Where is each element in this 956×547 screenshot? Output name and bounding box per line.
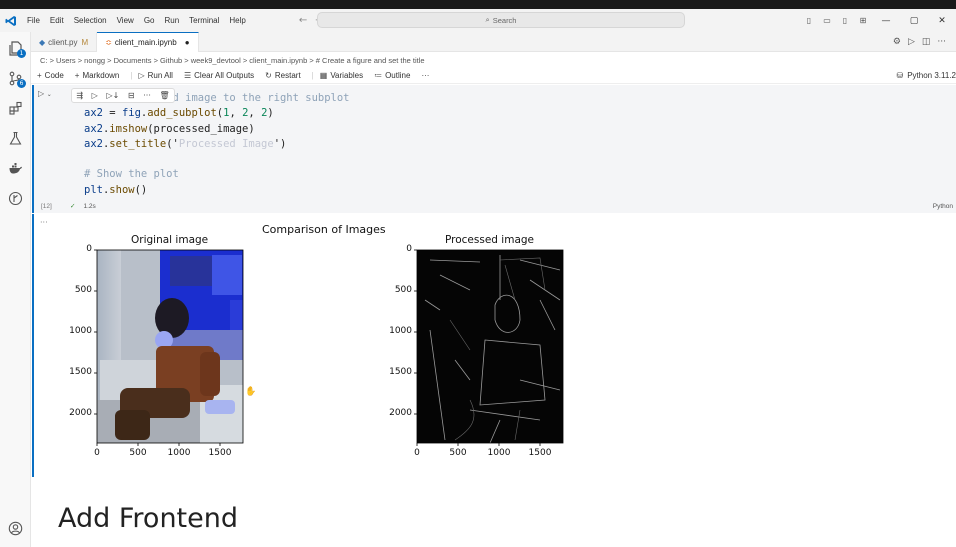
markdown-heading: Add Frontend — [58, 503, 239, 534]
right-y-tick-label: 2000 — [389, 408, 412, 418]
left-y-tick-label: 0 — [86, 244, 92, 254]
left-x-tick-label: 1000 — [167, 448, 191, 458]
left-x-tick-label: 0 — [94, 448, 100, 458]
left-x-tick-label: 500 — [129, 448, 147, 458]
right-y-tick-label: 1500 — [389, 367, 412, 377]
right-y-tick-label: 500 — [394, 285, 412, 295]
mouse-cursor-icon: ✋ — [245, 385, 256, 397]
right-y-tick-label: 1000 — [389, 326, 412, 336]
right-x-tick-label: 1500 — [528, 448, 552, 458]
left-y-tick-label: 500 — [74, 285, 92, 295]
left-y-tick-label: 1000 — [69, 326, 92, 336]
right-x-tick-label: 500 — [449, 448, 467, 458]
right-x-tick-label: 0 — [414, 448, 420, 458]
processed-image — [417, 250, 563, 444]
left-x-tick-label: 1500 — [208, 448, 232, 458]
original-image — [97, 250, 243, 443]
right-x-tick-label: 1000 — [487, 448, 511, 458]
left-y-tick-label: 2000 — [69, 408, 92, 418]
right-y-tick-label: 0 — [406, 244, 412, 254]
figure-output: ✋ — [94, 249, 564, 446]
left-y-tick-label: 1500 — [69, 367, 92, 377]
